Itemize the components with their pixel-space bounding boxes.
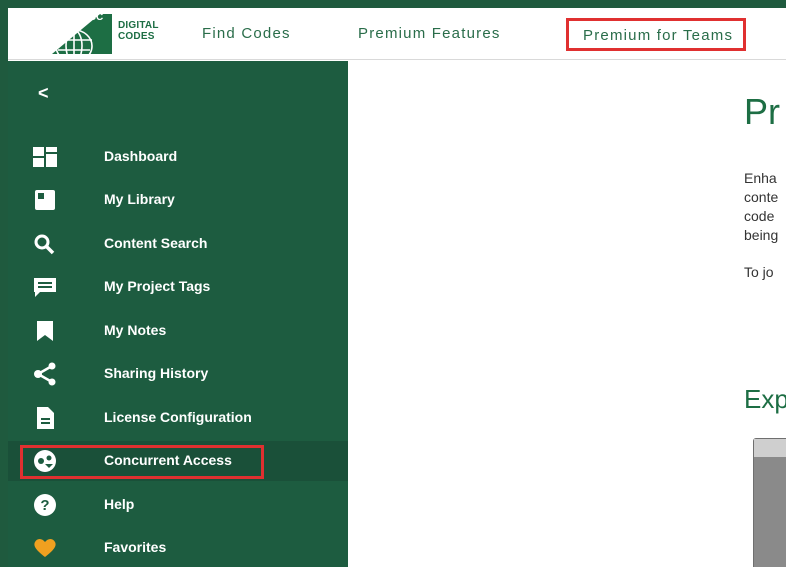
- section-heading: Exp: [744, 384, 786, 414]
- logo-wordmark: DIGITAL CODES: [118, 20, 159, 42]
- sidebar-item-my-notes[interactable]: My Notes: [8, 311, 348, 351]
- sidebar-item-help[interactable]: ? Help: [8, 485, 348, 525]
- main-content: Pr Enha conte code being To jo Exp: [348, 61, 786, 567]
- sidebar: < Dashboard My Library Content Search My…: [8, 61, 348, 567]
- intro-line: code: [744, 208, 775, 224]
- help-icon: ?: [34, 494, 56, 516]
- bookmark-icon: [37, 321, 53, 341]
- sidebar-item-favorites[interactable]: Favorites: [8, 528, 348, 567]
- sidebar-item-label: Sharing History: [104, 365, 209, 381]
- nav-find-codes[interactable]: Find Codes: [202, 25, 291, 42]
- sidebar-item-sharing-history[interactable]: Sharing History: [8, 354, 348, 394]
- page-title: Pr: [744, 91, 780, 132]
- logo-line-codes: CODES: [118, 31, 155, 42]
- sidebar-item-license-configuration[interactable]: License Configuration: [8, 398, 348, 438]
- logo-line-digital: DIGITAL: [118, 20, 159, 31]
- sidebar-item-label: Favorites: [104, 539, 167, 555]
- join-paragraph: To jo: [744, 264, 774, 280]
- logo-brand-text: ICC: [86, 12, 104, 23]
- tag-icon: [34, 278, 56, 297]
- highlight-box-concurrent-access: [20, 445, 264, 479]
- sidebar-item-my-project-tags[interactable]: My Project Tags: [8, 267, 348, 307]
- document-icon: [37, 407, 54, 429]
- intro-line: conte: [744, 189, 779, 205]
- share-icon: [34, 362, 56, 386]
- nav-premium-for-teams[interactable]: Premium for Teams: [566, 18, 747, 51]
- collapse-sidebar-button[interactable]: <: [38, 83, 49, 104]
- sidebar-item-label: Help: [104, 496, 135, 512]
- sidebar-item-dashboard[interactable]: Dashboard: [8, 137, 348, 177]
- sidebar-item-label: Dashboard: [104, 148, 178, 164]
- preview-image: [753, 438, 786, 567]
- top-nav-bar: ICC DIGITAL CODES Find Codes Premium Fea…: [8, 8, 786, 63]
- library-icon: [35, 190, 55, 210]
- nav-premium-features[interactable]: Premium Features: [358, 25, 501, 42]
- intro-line: Enha: [744, 170, 777, 186]
- sidebar-item-my-library[interactable]: My Library: [8, 180, 348, 220]
- icc-digital-codes-logo[interactable]: ICC DIGITAL CODES: [52, 12, 164, 63]
- search-icon: [34, 234, 55, 255]
- intro-line: being: [744, 227, 779, 243]
- sidebar-item-label: License Configuration: [104, 409, 252, 425]
- sidebar-item-label: My Notes: [104, 322, 167, 338]
- sidebar-item-label: My Project Tags: [104, 278, 211, 294]
- intro-paragraph: Enha conte code being: [744, 169, 786, 245]
- sidebar-item-content-search[interactable]: Content Search: [8, 224, 348, 264]
- sidebar-item-label: Content Search: [104, 235, 208, 251]
- svg-text:?: ?: [40, 497, 49, 514]
- heart-icon: [34, 539, 56, 557]
- dashboard-icon: [33, 147, 57, 167]
- sidebar-item-label: My Library: [104, 191, 175, 207]
